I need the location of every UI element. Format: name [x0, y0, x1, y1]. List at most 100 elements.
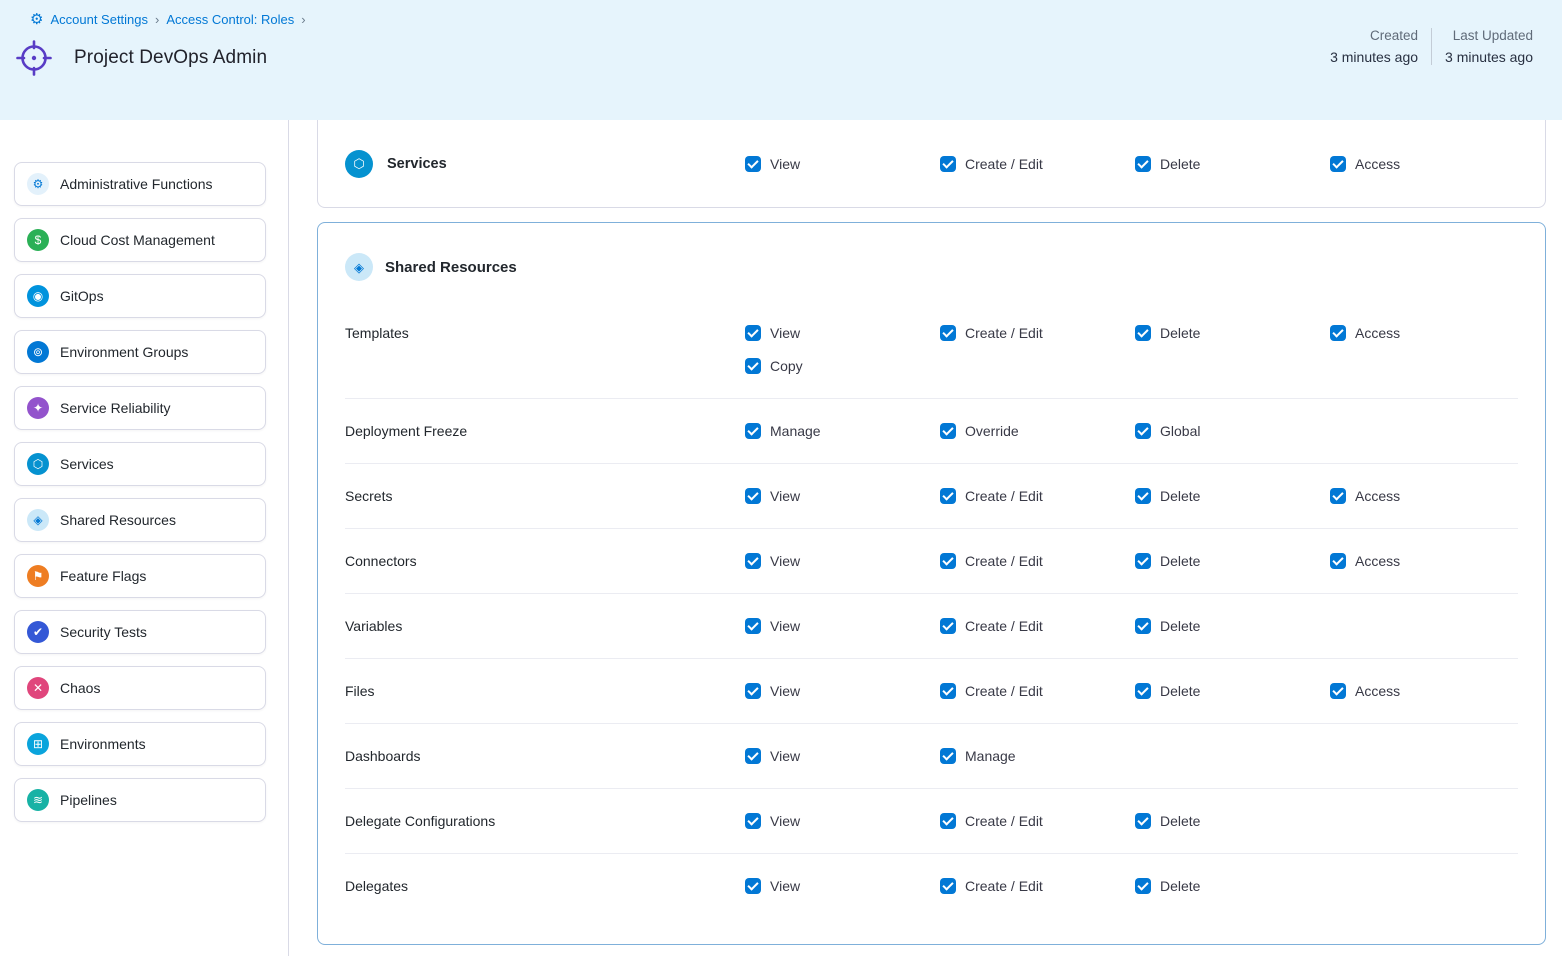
checkbox-checked-icon[interactable] — [940, 156, 956, 172]
permission-checkbox-override[interactable]: Override — [940, 423, 1135, 439]
checkbox-checked-icon[interactable] — [940, 618, 956, 634]
permission-checkbox-create-edit[interactable]: Create / Edit — [940, 325, 1135, 341]
checkbox-checked-icon[interactable] — [1135, 813, 1151, 829]
permission-cell: Create / Edit — [940, 878, 1135, 894]
permission-checkbox-delete[interactable]: Delete — [1135, 325, 1330, 341]
sidebar-item-environment-groups[interactable]: ⊚Environment Groups — [14, 330, 266, 374]
permission-checkbox-delete[interactable]: Delete — [1135, 813, 1330, 829]
checkbox-checked-icon[interactable] — [745, 423, 761, 439]
checkbox-checked-icon[interactable] — [745, 553, 761, 569]
permission-checkbox-view[interactable]: View — [745, 813, 940, 829]
permission-checkbox-delete[interactable]: Delete — [1135, 488, 1330, 504]
checkbox-checked-icon[interactable] — [1135, 553, 1151, 569]
permission-checkbox-delete[interactable]: Delete — [1135, 156, 1330, 172]
checkbox-checked-icon[interactable] — [940, 683, 956, 699]
sidebar-item-chaos[interactable]: ✕Chaos — [14, 666, 266, 710]
permission-checkbox-manage[interactable]: Manage — [745, 423, 940, 439]
permission-checkbox-create-edit[interactable]: Create / Edit — [940, 878, 1135, 894]
permission-checkbox-view[interactable]: View — [745, 748, 940, 764]
permission-checkbox-delete[interactable]: Delete — [1135, 553, 1330, 569]
permission-row-variables: VariablesViewCreate / EditDelete — [345, 594, 1518, 659]
permission-checkbox-access[interactable]: Access — [1330, 488, 1518, 504]
permission-checkbox-create-edit[interactable]: Create / Edit — [940, 683, 1135, 699]
permission-checkbox-view[interactable]: View — [745, 878, 940, 894]
sidebar-item-feature-flags[interactable]: ⚑Feature Flags — [14, 554, 266, 598]
permission-checkbox-create-edit[interactable]: Create / Edit — [940, 553, 1135, 569]
cloud-cost-management-icon: $ — [27, 229, 49, 251]
checkbox-checked-icon[interactable] — [745, 813, 761, 829]
permission-checkbox-manage[interactable]: Manage — [940, 748, 1135, 764]
sidebar-item-service-reliability[interactable]: ✦Service Reliability — [14, 386, 266, 430]
checkbox-label: Delete — [1160, 488, 1200, 504]
breadcrumb-access-control-roles[interactable]: Access Control: Roles — [166, 12, 294, 27]
sidebar-item-environments[interactable]: ⊞Environments — [14, 722, 266, 766]
checkbox-checked-icon[interactable] — [1135, 325, 1151, 341]
checkbox-checked-icon[interactable] — [1330, 488, 1346, 504]
permission-checkbox-view[interactable]: View — [745, 683, 940, 699]
permission-checkbox-delete[interactable]: Delete — [1135, 618, 1330, 634]
checkbox-label: Delete — [1160, 156, 1200, 172]
checkbox-checked-icon[interactable] — [1135, 488, 1151, 504]
permission-cell: View — [745, 618, 940, 634]
sidebar-item-services[interactable]: ⬡Services — [14, 442, 266, 486]
permission-checkbox-delete[interactable]: Delete — [1135, 683, 1330, 699]
permission-row-delegates: DelegatesViewCreate / Edit Delete — [345, 854, 1518, 918]
sidebar-item-security-tests[interactable]: ✔Security Tests — [14, 610, 266, 654]
checkbox-checked-icon[interactable] — [1330, 325, 1346, 341]
checkbox-checked-icon[interactable] — [940, 488, 956, 504]
sidebar-item-shared-resources[interactable]: ◈Shared Resources — [14, 498, 266, 542]
checkbox-checked-icon[interactable] — [940, 423, 956, 439]
checkbox-checked-icon[interactable] — [745, 683, 761, 699]
permission-checkbox-access[interactable]: Access — [1330, 156, 1518, 172]
permission-checkbox-access[interactable]: Access — [1330, 683, 1518, 699]
checkbox-checked-icon[interactable] — [1330, 156, 1346, 172]
checkbox-checked-icon[interactable] — [745, 748, 761, 764]
checkbox-label: Delete — [1160, 878, 1200, 894]
permission-checkbox-global[interactable]: Global — [1135, 423, 1330, 439]
checkbox-checked-icon[interactable] — [1330, 683, 1346, 699]
checkbox-checked-icon[interactable] — [1135, 618, 1151, 634]
checkbox-checked-icon[interactable] — [745, 878, 761, 894]
checkbox-checked-icon[interactable] — [745, 325, 761, 341]
permission-checkbox-view[interactable]: View — [745, 488, 940, 504]
checkbox-checked-icon[interactable] — [745, 358, 761, 374]
checkbox-checked-icon[interactable] — [1135, 423, 1151, 439]
permission-checkbox-view[interactable]: View — [745, 156, 940, 172]
checkbox-label: Override — [965, 423, 1019, 439]
permission-checkbox-view[interactable]: View — [745, 325, 940, 341]
sidebar-item-administrative-functions[interactable]: ⚙Administrative Functions — [14, 162, 266, 206]
permission-checkbox-access[interactable]: Access — [1330, 325, 1518, 341]
permission-checkbox-view[interactable]: View — [745, 618, 940, 634]
checkbox-label: Global — [1160, 423, 1200, 439]
checkbox-checked-icon[interactable] — [940, 748, 956, 764]
sidebar-item-label: Security Tests — [60, 624, 147, 640]
checkbox-checked-icon[interactable] — [745, 488, 761, 504]
checkbox-checked-icon[interactable] — [940, 325, 956, 341]
permission-checkbox-create-edit[interactable]: Create / Edit — [940, 488, 1135, 504]
checkbox-checked-icon[interactable] — [1135, 878, 1151, 894]
permission-checkbox-delete[interactable]: Delete — [1135, 878, 1330, 894]
checkbox-checked-icon[interactable] — [745, 156, 761, 172]
checkbox-checked-icon[interactable] — [745, 618, 761, 634]
checkbox-checked-icon[interactable] — [1330, 553, 1346, 569]
permission-checkbox-create-edit[interactable]: Create / Edit — [940, 813, 1135, 829]
sidebar-item-pipelines[interactable]: ≋Pipelines — [14, 778, 266, 822]
checkbox-checked-icon[interactable] — [940, 553, 956, 569]
permission-checkbox-create-edit[interactable]: Create / Edit — [940, 618, 1135, 634]
sidebar-item-cloud-cost-management[interactable]: $Cloud Cost Management — [14, 218, 266, 262]
permission-checkbox-create-edit[interactable]: Create / Edit — [940, 156, 1135, 172]
permission-row-dashboards: DashboardsViewManage — [345, 724, 1518, 789]
checkbox-checked-icon[interactable] — [1135, 683, 1151, 699]
sidebar-item-gitops[interactable]: ◉GitOps — [14, 274, 266, 318]
breadcrumb-account-settings[interactable]: Account Settings — [50, 12, 148, 27]
permission-checkbox-copy[interactable]: Copy — [745, 358, 940, 374]
checkbox-checked-icon[interactable] — [940, 813, 956, 829]
checkbox-label: Manage — [770, 423, 821, 439]
checkbox-checked-icon[interactable] — [1135, 156, 1151, 172]
created-value: 3 minutes ago — [1330, 49, 1418, 65]
checkbox-checked-icon[interactable] — [940, 878, 956, 894]
permission-checkbox-view[interactable]: View — [745, 553, 940, 569]
resource-label: Delegates — [345, 878, 745, 894]
resource-label: Variables — [345, 618, 745, 634]
permission-checkbox-access[interactable]: Access — [1330, 553, 1518, 569]
